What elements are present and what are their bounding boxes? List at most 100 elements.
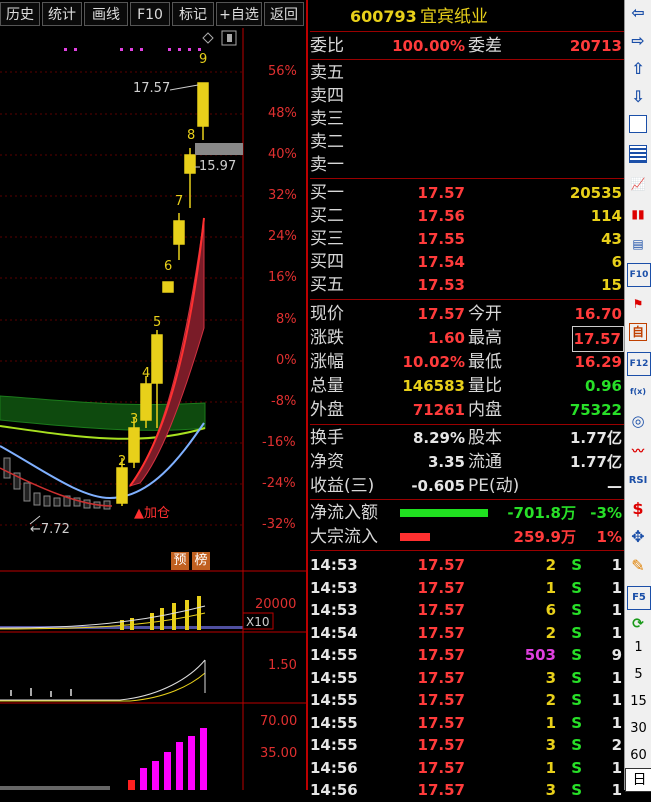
grid-icon[interactable] (629, 145, 647, 163)
sell2-row[interactable]: 卖二 (310, 130, 624, 154)
arrow-left-icon[interactable]: ⇦ (627, 2, 649, 24)
indicator2-tick-high: 70.00 (260, 714, 298, 729)
history-button[interactable]: 历史 (0, 2, 40, 26)
tick-price: 17.57 (417, 713, 465, 732)
sell5-row[interactable]: 卖五 (310, 61, 624, 85)
mark-button[interactable]: 标记 (172, 2, 214, 26)
buy3-row[interactable]: 买三 17.55 43 (310, 227, 624, 251)
weicha-label: 委差 (468, 36, 502, 56)
net-asset-label: 净资 (310, 452, 344, 472)
kline-chart-canvas[interactable] (0, 28, 306, 790)
tick-side: S (571, 601, 582, 619)
self-select-icon[interactable]: 自 (629, 323, 647, 341)
volume-tick: 20000 (255, 597, 297, 612)
tick-count: 2 (611, 736, 622, 754)
report-icon[interactable] (629, 115, 647, 133)
share-capital-label: 股本 (468, 428, 502, 448)
sell4-row[interactable]: 卖四 (310, 84, 624, 108)
buy2-row[interactable]: 买二 17.56 114 (310, 204, 624, 228)
tick-side: S (571, 668, 582, 687)
fx-icon[interactable]: f(x) (627, 381, 649, 403)
diamond-icon[interactable] (202, 32, 214, 44)
signal-dots (64, 48, 201, 51)
low-label: 最低 (468, 352, 502, 372)
buy-volume: 20535 (569, 184, 622, 202)
pct-change-value: 10.02% (402, 353, 465, 371)
circle-icon[interactable]: ◎ (627, 410, 649, 432)
buy-price: 17.57 (417, 184, 465, 202)
arrow-right-icon[interactable]: ⇨ (627, 30, 649, 52)
indicator-2-panel (0, 728, 207, 790)
period-60min[interactable]: 60 (625, 748, 651, 763)
pct-tick: 32% (268, 188, 297, 203)
tick-row: 14:54 17.57 2 S 1 (310, 621, 624, 645)
tick-price: 17.57 (417, 601, 465, 619)
pct-tick: 8% (276, 312, 297, 327)
tick-volume: 3 (545, 781, 556, 799)
period-day[interactable]: 日 (625, 768, 651, 792)
tick-volume: 2 (545, 556, 556, 574)
tick-count: 1 (611, 758, 622, 777)
period-30min[interactable]: 30 (625, 721, 651, 736)
stat-row-pct: 涨幅 10.02% 最低 16.29 (310, 350, 624, 374)
move-icon[interactable]: ✥ (627, 526, 649, 548)
f5-icon[interactable]: F5 (627, 586, 651, 610)
candle-icon[interactable]: ▮▮ (627, 203, 649, 225)
tick-price: 17.57 (417, 691, 465, 709)
quote-panel: 600793 宜宾纸业 委比 100.00% 委差 20713 卖五 卖四 卖三… (306, 0, 626, 799)
change-label: 涨跌 (310, 328, 344, 348)
turnover-value: 8.29% (412, 429, 465, 447)
sell1-row[interactable]: 卖一 (310, 153, 624, 177)
flag-icon[interactable]: ⚑ (627, 293, 649, 315)
tick-row: 14:56 17.57 3 S 1 (310, 778, 624, 802)
buy4-row[interactable]: 买四 17.54 6 (310, 250, 624, 274)
sell-label: 卖五 (310, 63, 344, 83)
f10-button[interactable]: F10 (130, 2, 170, 26)
ranking-badge[interactable]: 榜 (192, 552, 210, 570)
period-1min[interactable]: 1 (625, 640, 651, 655)
stat-row-outer: 外盘 71261 内盘 75322 (310, 398, 624, 422)
tick-time: 14:56 (310, 781, 358, 799)
pencil-icon[interactable]: ✎ (627, 555, 649, 577)
buy5-row[interactable]: 买五 17.53 15 (310, 273, 624, 297)
tick-time: 14:53 (310, 556, 358, 574)
tick-price: 17.57 (417, 736, 465, 754)
tick-price: 17.57 (417, 623, 465, 642)
sell-label: 卖三 (310, 109, 344, 129)
buy1-row[interactable]: 买一 17.57 20535 (310, 181, 624, 205)
rsi-icon[interactable]: RSI (627, 470, 649, 492)
window-icon[interactable]: ▤ (627, 233, 649, 255)
stat-row-change: 涨跌 1.60 最高 17.57 (310, 326, 624, 352)
add-watchlist-button[interactable]: +自选 (216, 2, 262, 26)
wave-icon[interactable]: 〰 (627, 440, 649, 462)
kline-chart-area[interactable]: 56% 48% 40% 32% 24% 16% 8% 0% -8% -16% -… (0, 28, 306, 790)
line-chart-icon[interactable]: 📈 (627, 173, 649, 195)
f10-icon[interactable]: F10 (627, 263, 651, 287)
tick-volume: 1 (545, 713, 556, 732)
tick-volume: 2 (545, 623, 556, 642)
draw-line-button[interactable]: 画线 (84, 2, 128, 26)
statistics-button[interactable]: 统计 (42, 2, 82, 26)
tick-side: S (571, 646, 582, 664)
forecast-badge[interactable]: 预 (171, 552, 189, 570)
sell3-row[interactable]: 卖三 (310, 107, 624, 131)
period-15min[interactable]: 15 (625, 694, 651, 709)
pe-value: — (607, 477, 622, 495)
f12-icon[interactable]: F12 (627, 352, 651, 376)
buy-volume: 43 (601, 230, 622, 248)
arrow-down-icon[interactable]: ⇩ (627, 86, 649, 108)
refresh-icon[interactable]: ⟳ (627, 613, 649, 635)
tick-side: S (571, 556, 582, 574)
sell-label: 卖二 (310, 132, 344, 152)
buy-label: 买三 (310, 229, 344, 249)
arrow-up-icon[interactable]: ⇧ (627, 58, 649, 80)
tick-side: S (571, 758, 582, 777)
float-label: 流通 (468, 452, 502, 472)
total-volume-label: 总量 (310, 376, 344, 396)
buy-label: 买四 (310, 252, 344, 272)
back-button[interactable]: 返回 (264, 2, 304, 26)
period-5min[interactable]: 5 (625, 667, 651, 682)
volume-unit: X10 (246, 615, 270, 629)
dollar-icon[interactable]: $ (627, 498, 649, 520)
tick-time: 14:55 (310, 646, 358, 664)
